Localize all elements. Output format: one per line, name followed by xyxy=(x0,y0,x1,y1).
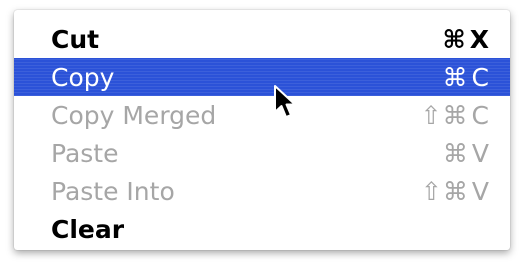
menu-item-label: Copy xyxy=(51,62,115,92)
keyboard-shortcut: ⇧⌘ V xyxy=(421,177,490,206)
keyboard-shortcut: ⇧⌘ C xyxy=(421,101,490,130)
command-key-icon: ⌘ xyxy=(442,62,469,92)
keyboard-shortcut: ⌘ C xyxy=(443,63,490,92)
shift-command-key-icon: ⇧⌘ xyxy=(420,176,469,206)
command-key-icon: ⌘ xyxy=(442,138,469,168)
shortcut-key: V xyxy=(471,176,490,206)
menu-item-cut[interactable]: Cut ⌘ X xyxy=(14,20,510,58)
edit-context-menu: Cut ⌘ X Copy ⌘ C Copy Merged ⇧⌘ C Paste … xyxy=(14,10,510,250)
menu-item-label: Paste Into xyxy=(51,176,175,206)
menu-item-label: Clear xyxy=(51,214,125,244)
keyboard-shortcut: ⌘ V xyxy=(443,139,490,168)
command-key-icon: ⌘ xyxy=(442,24,467,54)
arrow-pointer-icon xyxy=(274,85,296,118)
menu-item-paste: Paste ⌘ V xyxy=(14,134,510,172)
menu-item-label: Paste xyxy=(51,138,119,168)
keyboard-shortcut: ⌘ X xyxy=(443,25,490,54)
menu-item-paste-into: Paste Into ⇧⌘ V xyxy=(14,172,510,210)
menu-item-clear[interactable]: Clear xyxy=(14,210,510,248)
menu-item-label: Copy Merged xyxy=(51,100,217,130)
shortcut-key: V xyxy=(471,138,490,168)
menu-item-copy[interactable]: Copy ⌘ C xyxy=(14,58,510,96)
shortcut-key: X xyxy=(469,24,490,54)
menu-item-copy-merged: Copy Merged ⇧⌘ C xyxy=(14,96,510,134)
shift-command-key-icon: ⇧⌘ xyxy=(420,100,469,130)
shortcut-key: C xyxy=(471,62,490,92)
shortcut-key: C xyxy=(471,100,490,130)
menu-item-label: Cut xyxy=(51,24,100,54)
